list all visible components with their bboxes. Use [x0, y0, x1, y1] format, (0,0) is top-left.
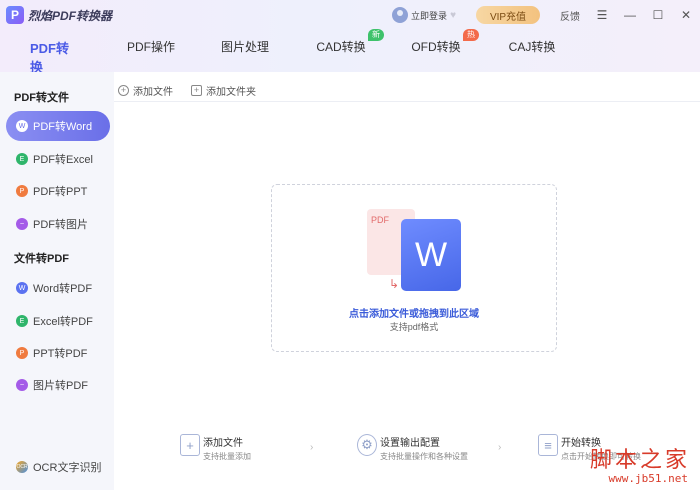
section-title-pdf-to-file: PDF转文件 — [14, 92, 69, 104]
word-icon: W — [16, 282, 28, 294]
tab-label: CAD转换 — [316, 40, 366, 54]
sidebar-item-label: Excel转PDF — [33, 316, 93, 328]
feedback-button[interactable]: 反馈 — [560, 8, 580, 23]
image-icon: ~ — [16, 379, 28, 391]
toolbar-divider — [114, 101, 700, 102]
tab-label: CAJ转换 — [508, 40, 556, 54]
document-icon: ≡ — [538, 434, 558, 456]
new-badge: 新 — [368, 29, 384, 41]
minimize-icon[interactable]: — — [616, 8, 644, 22]
add-file-button[interactable]: + 添加文件 — [118, 83, 173, 98]
sidebar-item-label: Word转PDF — [33, 283, 93, 295]
sidebar-item-ppt-to-pdf[interactable]: P PPT转PDF — [6, 338, 110, 368]
tab-cad-convert[interactable]: CAD转换 新 — [316, 29, 384, 70]
tab-image-process[interactable]: 图片处理 — [220, 34, 270, 70]
sidebar-item-label: PPT转PDF — [33, 348, 88, 360]
excel-icon: E — [16, 315, 28, 327]
step-desc: 支持批量操作和各种设置 — [380, 452, 468, 461]
sidebar-item-ocr[interactable]: OCR OCR文字识别 — [6, 452, 110, 482]
hot-badge: 热 — [463, 29, 479, 41]
step-desc: 支持批量添加 — [203, 452, 251, 461]
ppt-icon: P — [16, 185, 28, 197]
app-title: 烈焰PDF转换器 — [28, 8, 113, 23]
watermark-url: www.jb51.net — [608, 472, 688, 485]
pdf-to-word-illustration: PDF ↳ W — [367, 207, 467, 291]
plus-square-icon: + — [191, 84, 202, 96]
step-title: 设置输出配置 — [380, 438, 440, 449]
sidebar-item-label: PDF转Word — [33, 121, 93, 133]
pdf-label: PDF — [371, 215, 389, 225]
step-add-file: + 添加文件 支持批量添加 — [180, 434, 251, 462]
gear-icon: ⚙ — [357, 434, 377, 456]
tab-label: PDF操作 — [126, 40, 175, 54]
sidebar-item-pdf-to-ppt[interactable]: P PDF转PPT — [6, 176, 110, 206]
ocr-icon: OCR — [16, 461, 28, 473]
drop-zone-prompt: 点击添加文件或拖拽到此区域 — [349, 309, 479, 320]
sidebar-item-label: PDF转PPT — [33, 186, 88, 198]
excel-icon: E — [16, 153, 28, 165]
toolbar: + 添加文件 + 添加文件夹 — [118, 80, 274, 100]
file-drop-zone[interactable]: PDF ↳ W 点击添加文件或拖拽到此区域 支持pdf格式 — [271, 184, 557, 352]
logo-icon: P — [6, 6, 24, 24]
drop-zone-format-hint: 支持pdf格式 — [389, 322, 439, 332]
sidebar-item-label: OCR文字识别 — [33, 462, 102, 474]
word-document-icon: W — [401, 219, 461, 291]
section-title-file-to-pdf: 文件转PDF — [14, 253, 69, 265]
ppt-icon: P — [16, 347, 28, 359]
sidebar-item-excel-to-pdf[interactable]: E Excel转PDF — [6, 306, 110, 336]
tab-caj-convert[interactable]: CAJ转换 — [507, 34, 557, 70]
login-link[interactable]: 立即登录 — [411, 9, 447, 22]
app-logo: P 烈焰PDF转换器 — [6, 6, 112, 24]
add-file-icon: + — [180, 434, 200, 456]
tab-pdf-operate[interactable]: PDF操作 — [126, 34, 176, 70]
avatar-icon[interactable] — [392, 7, 409, 23]
top-right-controls: 立即登录 ♥ VIP充值 反馈 ☰ — ☐ ✕ — [392, 4, 700, 26]
step-output-config: ⚙ 设置输出配置 支持批量操作和各种设置 — [357, 434, 468, 462]
add-folder-label: 添加文件夹 — [206, 86, 256, 98]
sidebar-item-word-to-pdf[interactable]: W Word转PDF — [6, 273, 110, 303]
chevron-right-icon: › — [498, 442, 502, 453]
tab-label: PDF转换 — [30, 41, 70, 75]
sidebar-item-label: PDF转Excel — [33, 154, 93, 166]
add-folder-button[interactable]: + 添加文件夹 — [191, 83, 256, 98]
sidebar-item-pdf-to-word[interactable]: W PDF转Word — [6, 111, 110, 141]
image-icon: ~ — [16, 218, 28, 230]
tab-pdf-convert[interactable]: PDF转换 — [30, 34, 80, 82]
header: P 烈焰PDF转换器 立即登录 ♥ VIP充值 反馈 ☰ — ☐ ✕ PDF转换… — [0, 0, 700, 82]
plus-circle-icon: + — [118, 84, 129, 96]
watermark-text: 脚本之家 — [589, 448, 690, 473]
sidebar-item-image-to-pdf[interactable]: ~ 图片转PDF — [6, 370, 110, 400]
sidebar-item-pdf-to-image[interactable]: ~ PDF转图片 — [6, 209, 110, 239]
sidebar: PDF转文件 W PDF转Word E PDF转Excel P PDF转PPT … — [0, 72, 114, 490]
tab-ofd-convert[interactable]: OFD转换 热 — [411, 29, 479, 70]
chevron-right-icon: › — [310, 442, 314, 453]
tab-label: 图片处理 — [220, 40, 269, 54]
menu-icon[interactable]: ☰ — [588, 8, 616, 22]
step-title: 添加文件 — [203, 438, 243, 449]
maximize-icon[interactable]: ☐ — [644, 8, 672, 22]
vip-button[interactable]: VIP充值 — [476, 6, 540, 24]
heart-icon: ♥ — [450, 9, 456, 21]
main-tabs: PDF转换 PDF操作 图片处理 CAD转换 新 OFD转换 热 CAJ转换 — [0, 29, 600, 82]
tab-label: OFD转换 — [411, 40, 461, 54]
word-icon: W — [16, 120, 28, 132]
sidebar-item-label: 图片转PDF — [33, 380, 88, 392]
close-icon[interactable]: ✕ — [672, 8, 700, 22]
add-file-label: 添加文件 — [133, 86, 173, 98]
sidebar-item-pdf-to-excel[interactable]: E PDF转Excel — [6, 144, 110, 174]
convert-arrow-icon: ↳ — [389, 277, 400, 291]
sidebar-item-label: PDF转图片 — [33, 219, 88, 231]
